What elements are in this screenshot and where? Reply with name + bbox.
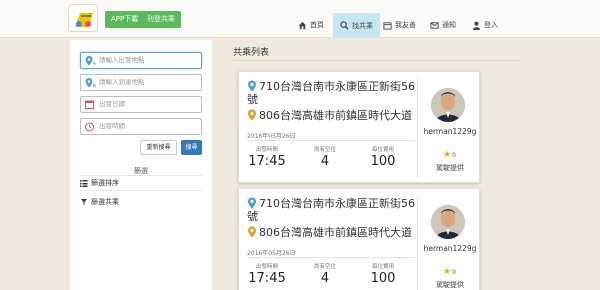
ride-origin: 710台灣台南市永康區正新街56號: [247, 197, 415, 223]
nav-share[interactable]: 我友善: [383, 13, 416, 37]
star-icon: ★: [443, 150, 452, 160]
start-location-placeholder: 請輸入出發地點: [99, 56, 145, 64]
driver-rating: ★ 0: [443, 267, 456, 277]
nav-login-label: 登入: [484, 21, 498, 29]
destination-pin-icon: [248, 109, 256, 121]
depart-date-placeholder: 出發日期: [99, 100, 125, 108]
filter-share-label: 篩選共乘: [91, 198, 119, 206]
alarm-clock-icon: [85, 122, 94, 132]
depart-time-label: 出發時間: [255, 264, 278, 270]
seats-value: 4: [320, 154, 330, 169]
depart-time-input[interactable]: 出發時間: [80, 118, 202, 135]
top-header: APP下載 刊登共乘 首頁 找共乘 我友善 通知 登入: [0, 0, 600, 38]
nav-login[interactable]: 登入: [472, 13, 498, 37]
seats-label: 尚有空位: [313, 264, 336, 270]
origin-pin-icon: [248, 197, 256, 209]
depart-date-input[interactable]: 出發日期: [80, 96, 202, 113]
fee-label: 每位費用: [371, 264, 394, 270]
nav-notify-label: 通知: [442, 21, 456, 29]
rating-value: 0: [452, 151, 456, 159]
search-icon: [340, 21, 349, 30]
nav-share-label: 我友善: [395, 21, 416, 29]
driver-username: herman1229g: [423, 244, 477, 253]
app-download-button[interactable]: APP下載: [105, 11, 145, 28]
provider-label: 駕駛提供: [436, 281, 464, 289]
search-sidebar: A 請輸入出發地點 B 請輸入到達地點 出發日期 出發時間 重新搜尋 搜尋 篩選…: [70, 40, 212, 290]
provider-label: 駕駛提供: [436, 164, 464, 172]
fee-value: 100: [370, 154, 396, 169]
ride-origin-text: 710台灣台南市永康區正新街56號: [247, 80, 415, 106]
svg-text:A: A: [93, 61, 96, 66]
depart-time-value: 17:45: [248, 154, 286, 169]
driver-avatar[interactable]: [431, 88, 465, 122]
title-divider: [233, 60, 521, 61]
ride-card[interactable]: 710台灣台南市永康區正新街56號 806台灣高雄市前鎮區時代大道 2016年0…: [238, 188, 480, 290]
notification-icon: [430, 21, 439, 29]
page-title: 共乘列表: [233, 48, 270, 58]
ride-date: 2016年05月26日: [247, 133, 296, 140]
fee-value: 100: [370, 271, 396, 286]
svg-text:B: B: [93, 83, 96, 88]
ride-destination: 806台灣高雄市前鎮區時代大道: [247, 109, 422, 122]
destination-pin-icon: [248, 226, 256, 238]
ride-destination-text: 806台灣高雄市前鎮區時代大道: [259, 226, 412, 239]
depart-time-value: 17:45: [248, 271, 286, 286]
sort-icon: [80, 180, 88, 187]
start-pin-icon: A: [85, 56, 96, 66]
destination-input[interactable]: B 請輸入到達地點: [80, 74, 202, 91]
divider: [247, 140, 415, 141]
ride-date: 2016年05月26日: [247, 250, 296, 257]
divider: [247, 257, 415, 258]
nav-notify[interactable]: 通知: [430, 13, 456, 37]
filter-icon: [81, 199, 87, 205]
filter-share-option[interactable]: 篩選共乘: [80, 197, 119, 207]
driver-rating: ★ 0: [443, 150, 456, 160]
start-location-input[interactable]: A 請輸入出發地點: [80, 52, 202, 69]
post-share-button[interactable]: 刊登共乘: [141, 11, 181, 28]
ride-card[interactable]: 710台灣台南市永康區正新街56號 806台灣高雄市前鎮區時代大道 2016年0…: [238, 71, 480, 183]
rating-value: 0: [452, 268, 456, 276]
ride-origin: 710台灣台南市永康區正新街56號: [247, 80, 415, 106]
star-icon: ★: [443, 267, 452, 277]
ride-destination-text: 806台灣高雄市前鎮區時代大道: [259, 109, 412, 122]
divider: [417, 78, 418, 178]
origin-pin-icon: [248, 80, 256, 92]
fee-label: 每位費用: [371, 147, 394, 153]
nav-find-label: 找共乘: [352, 21, 373, 30]
nav-home[interactable]: 首頁: [298, 13, 324, 37]
depart-time-label: 出發時間: [255, 147, 278, 153]
divider: [80, 190, 202, 191]
ride-origin-text: 710台灣台南市永康區正新街56號: [247, 197, 415, 223]
site-logo[interactable]: [68, 4, 98, 32]
destination-pin-icon: B: [85, 78, 96, 88]
nav-home-label: 首頁: [310, 21, 324, 29]
home-icon: [298, 21, 307, 29]
destination-placeholder: 請輸入到達地點: [99, 78, 145, 86]
divider: [80, 175, 202, 176]
filter-sort-label: 篩選排序: [91, 179, 119, 187]
depart-time-placeholder: 出發時間: [99, 122, 125, 130]
seats-label: 尚有空位: [313, 147, 336, 153]
nav-find[interactable]: 找共乘: [333, 13, 380, 38]
reset-search-button[interactable]: 重新搜尋: [140, 140, 177, 155]
search-button[interactable]: 搜尋: [181, 140, 202, 155]
calendar-icon: [85, 100, 94, 109]
divider: [417, 195, 418, 290]
seats-value: 4: [320, 271, 330, 286]
user-icon: [472, 21, 481, 30]
filter-sort-option[interactable]: 篩選排序: [80, 178, 119, 188]
driver-avatar[interactable]: [431, 205, 465, 239]
ride-destination: 806台灣高雄市前鎮區時代大道: [247, 226, 422, 239]
driver-username: herman1229g: [423, 127, 477, 136]
calendar-icon: [383, 21, 392, 30]
